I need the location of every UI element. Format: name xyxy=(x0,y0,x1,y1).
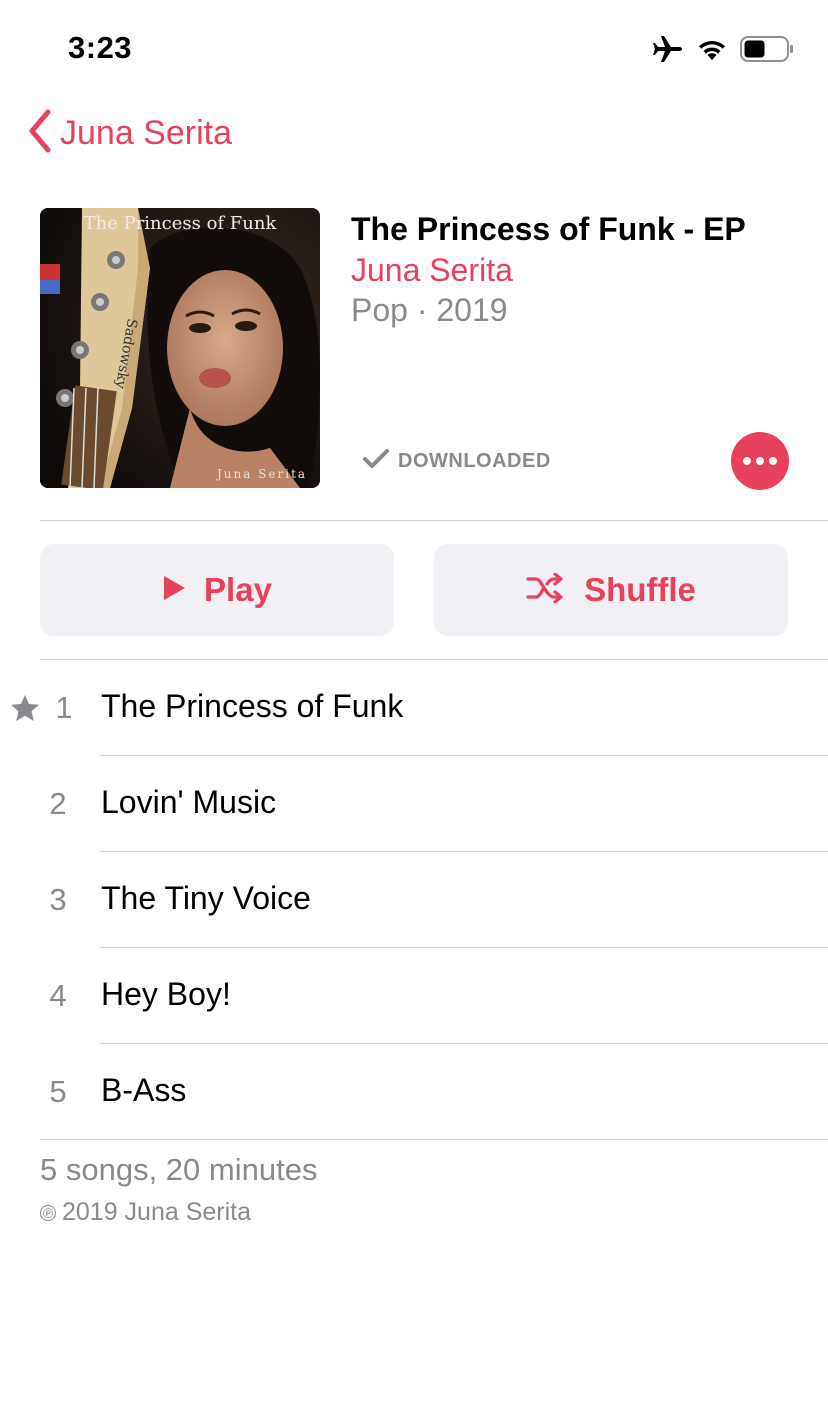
play-button[interactable]: Play xyxy=(40,544,394,636)
album-title: The Princess of Funk - EP xyxy=(351,211,746,247)
copyright-text: 2019 Juna Serita xyxy=(62,1198,252,1226)
track-row[interactable]: 2 Lovin' Music xyxy=(0,756,828,852)
wifi-icon xyxy=(696,36,728,62)
track-number: 1 xyxy=(55,690,73,725)
track-number: 3 xyxy=(49,882,67,917)
track-title: Lovin' Music xyxy=(101,784,277,820)
track-title: The Princess of Funk xyxy=(101,688,404,724)
track-number: 2 xyxy=(49,786,67,821)
download-status: DOWNLOADED xyxy=(362,447,551,476)
album-info: The Princess of Funk - EP Juna Serita Po… xyxy=(351,208,791,330)
cover-title-text: The Princess of Funk xyxy=(84,213,278,234)
track-title: The Tiny Voice xyxy=(101,880,311,916)
shuffle-icon xyxy=(526,571,566,608)
track-divider xyxy=(40,1139,828,1140)
back-label: Juna Serita xyxy=(60,114,232,152)
status-bar: 3:23 xyxy=(0,0,828,100)
status-time: 3:23 xyxy=(68,30,133,65)
shuffle-label: Shuffle xyxy=(584,571,696,608)
copyright: ℗ 2019 Juna Serita xyxy=(40,1198,251,1227)
track-row[interactable]: 3 The Tiny Voice xyxy=(0,852,828,948)
checkmark-icon xyxy=(362,447,390,476)
chevron-left-icon xyxy=(24,108,54,159)
battery-icon xyxy=(740,36,794,62)
album-genre-year: Pop · 2019 xyxy=(351,292,508,328)
header-divider xyxy=(40,520,828,521)
album-artwork[interactable]: Sadowsky The Princess of Funk Juna Serit… xyxy=(40,208,320,488)
back-button[interactable]: Juna Serita xyxy=(24,108,232,159)
track-row[interactable]: 1 The Princess of Funk xyxy=(0,660,828,756)
track-title: Hey Boy! xyxy=(101,976,231,1012)
play-icon xyxy=(162,575,186,606)
track-number: 5 xyxy=(49,1074,67,1109)
track-row[interactable]: 5 B-Ass xyxy=(0,1044,828,1140)
download-status-label: DOWNLOADED xyxy=(398,450,551,472)
play-label: Play xyxy=(204,571,272,608)
ellipsis-icon xyxy=(743,457,751,465)
track-number: 4 xyxy=(49,978,67,1013)
status-icons xyxy=(652,34,794,64)
more-options-button[interactable] xyxy=(731,432,789,490)
album-summary: 5 songs, 20 minutes xyxy=(40,1152,318,1187)
airplane-icon xyxy=(652,34,684,64)
album-artist-link[interactable]: Juna Serita xyxy=(351,250,791,290)
track-row[interactable]: 4 Hey Boy! xyxy=(0,948,828,1044)
star-icon xyxy=(10,694,40,727)
shuffle-button[interactable]: Shuffle xyxy=(434,544,788,636)
phonogram-icon: ℗ xyxy=(40,1204,56,1221)
track-title: B-Ass xyxy=(101,1072,187,1108)
cover-artist-text: Juna Serita xyxy=(215,467,307,481)
